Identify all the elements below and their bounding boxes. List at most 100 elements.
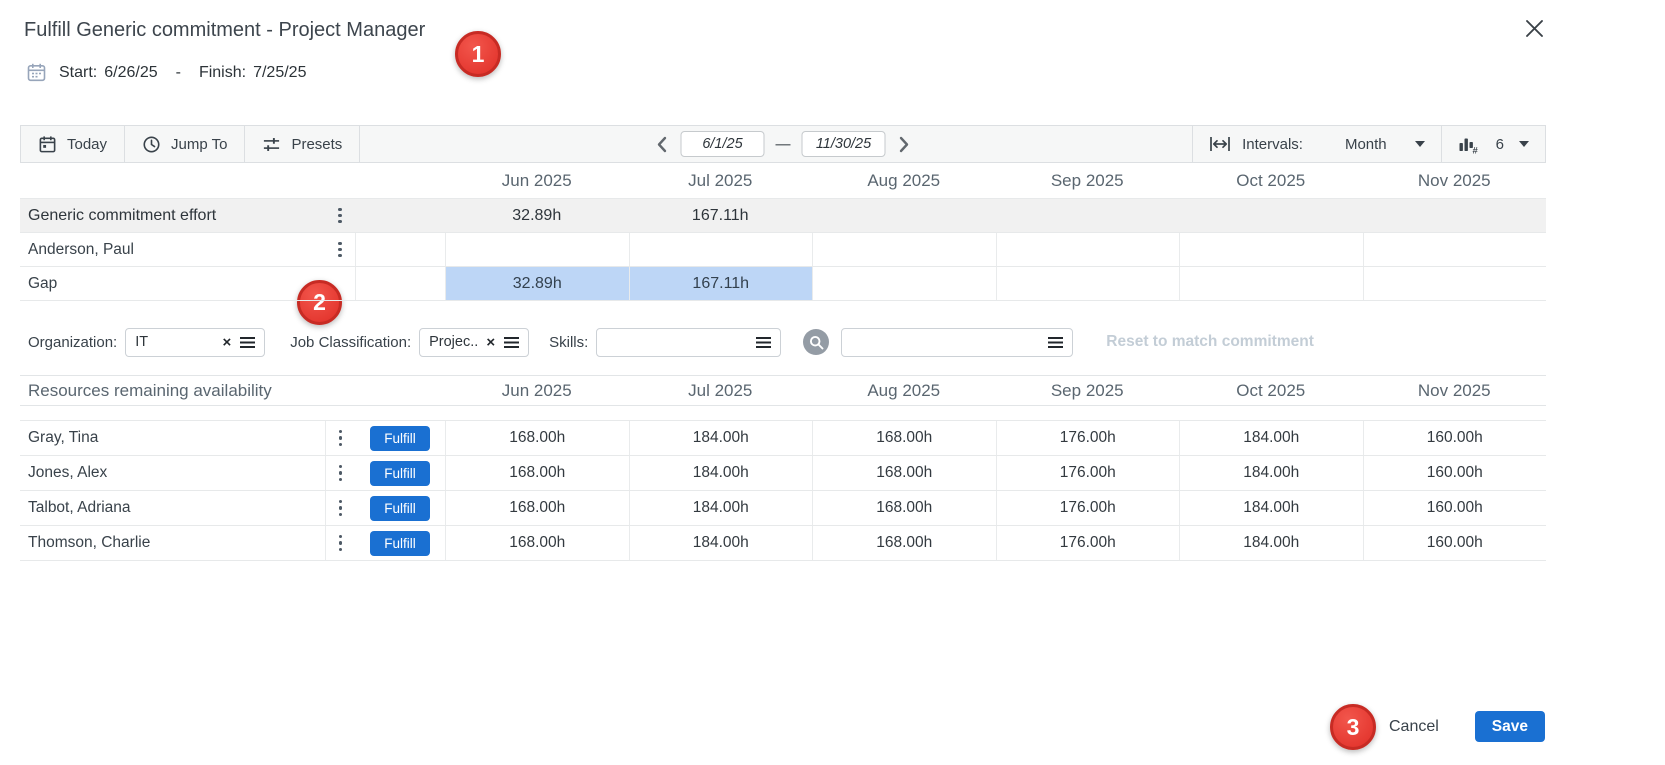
fulfill-button[interactable]: Fulfill [370,426,430,451]
intervals-dropdown[interactable]: Intervals: Month [1193,126,1441,162]
effort-cell: 167.11h [629,267,813,300]
resource-name: Talbot, Adriana [20,491,325,525]
dialog-title: Fulfill Generic commitment - Project Man… [24,19,425,42]
clear-icon[interactable]: × [486,335,495,350]
kebab-cell [325,456,355,490]
kebab-cell [325,421,355,455]
spacer [325,163,355,198]
availability-cell: 184.00h [1179,421,1363,455]
availability-cell: 160.00h [1363,526,1547,560]
start-date: 6/26/25 [104,64,157,82]
organization-value: IT [135,334,213,350]
kebab-cell-empty [325,267,355,300]
svg-text:#: # [1472,145,1478,154]
spacer-cell [355,199,445,232]
histogram-icon: # [1458,135,1479,154]
close-button[interactable] [1520,14,1548,42]
month-header-cell: Nov 2025 [1363,376,1547,405]
toolbar-right-group: Intervals: Month # 6 [1192,126,1545,162]
availability-cell: 184.00h [1179,456,1363,490]
scheduler-panel: Today Jump To Presets — [20,125,1546,301]
jump-to-button[interactable]: Jump To [125,126,245,162]
spacer [20,163,325,198]
availability-table: Gray, TinaFulfill168.00h184.00h168.00h17… [20,420,1546,561]
fulfill-button[interactable]: Fulfill [370,531,430,556]
annotation-badge-1: 1 [455,31,501,77]
resource-name: Gray, Tina [20,421,325,455]
availability-cell: 176.00h [996,421,1180,455]
effort-cell [1363,199,1547,232]
interval-selected-value: Month [1345,136,1387,153]
save-button[interactable]: Save [1475,711,1545,742]
effort-cell: 32.89h [445,199,629,232]
availability-cell: 184.00h [629,421,813,455]
start-label: Start: [59,64,97,82]
next-range-button[interactable] [897,134,912,155]
skills-filter-input[interactable] [596,328,781,357]
effort-cell [1179,199,1363,232]
intervals-width-icon [1209,135,1231,153]
month-header-cell: Oct 2025 [1179,376,1363,405]
date-range-navigator: — [655,126,912,162]
list-picker-icon[interactable] [240,336,255,349]
search-button[interactable] [803,329,829,355]
commitment-date-range: Start: 6/26/25 - Finish: 7/25/25 [26,62,313,83]
effort-cell [812,199,996,232]
fulfill-button[interactable]: Fulfill [370,496,430,521]
close-icon [1525,19,1544,38]
kebab-menu-icon[interactable] [333,427,348,449]
effort-cell: 167.11h [629,199,813,232]
row-label: Gap [20,267,325,300]
availability-cell: 168.00h [812,421,996,455]
resource-row: Jones, AlexFulfill168.00h184.00h168.00h1… [20,456,1546,491]
availability-cell: 168.00h [445,456,629,490]
fulfill-cell: Fulfill [355,491,445,525]
resource-name: Jones, Alex [20,456,325,490]
month-header-cell: Nov 2025 [1363,163,1547,198]
annotation-badge-3: 3 [1330,704,1376,750]
presets-label: Presets [291,136,342,153]
fulfill-cell: Fulfill [355,526,445,560]
search-icon [809,335,824,350]
effort-cell [996,199,1180,232]
availability-cell: 168.00h [812,491,996,525]
presets-sliders-icon [262,135,281,154]
commitment-row: Anderson, Paul [20,232,1546,266]
list-picker-icon[interactable] [1048,336,1063,349]
cancel-button[interactable]: Cancel [1389,718,1439,736]
presets-button[interactable]: Presets [245,126,360,162]
kebab-menu-icon[interactable] [333,462,348,484]
job-classification-filter-input[interactable]: Projec... × [419,328,529,357]
availability-cell: 176.00h [996,526,1180,560]
list-picker-icon[interactable] [756,336,771,349]
month-header-cell: Oct 2025 [1179,163,1363,198]
list-picker-icon[interactable] [504,336,519,349]
organization-filter-input[interactable]: IT × [125,328,265,357]
fulfill-cell: Fulfill [355,456,445,490]
today-button[interactable]: Today [21,126,125,162]
fulfill-button[interactable]: Fulfill [370,461,430,486]
availability-cell: 168.00h [812,526,996,560]
resource-search-input[interactable] [841,328,1073,357]
calendar-icon [26,62,47,83]
kebab-menu-icon[interactable] [332,205,347,227]
resource-filters: Organization: IT × Job Classification: P… [20,327,1314,357]
range-start-input[interactable] [681,131,765,157]
availability-cell: 168.00h [812,456,996,490]
kebab-menu-icon[interactable] [333,532,348,554]
range-end-input[interactable] [802,131,886,157]
effort-cell [1179,267,1363,300]
month-header-cell: Jun 2025 [445,376,629,405]
previous-range-button[interactable] [655,134,670,155]
finish-label: Finish: [199,64,246,82]
clear-icon[interactable]: × [222,335,231,350]
today-calendar-icon [38,135,57,154]
resource-row: Talbot, AdrianaFulfill168.00h184.00h168.… [20,491,1546,526]
availability-cell: 168.00h [445,491,629,525]
bar-count-dropdown[interactable]: # 6 [1442,126,1545,162]
kebab-menu-icon[interactable] [332,239,347,261]
kebab-menu-icon[interactable] [333,497,348,519]
effort-cell [996,267,1180,300]
job-classification-label: Job Classification: [290,334,411,351]
month-header-cell: Jun 2025 [445,163,629,198]
